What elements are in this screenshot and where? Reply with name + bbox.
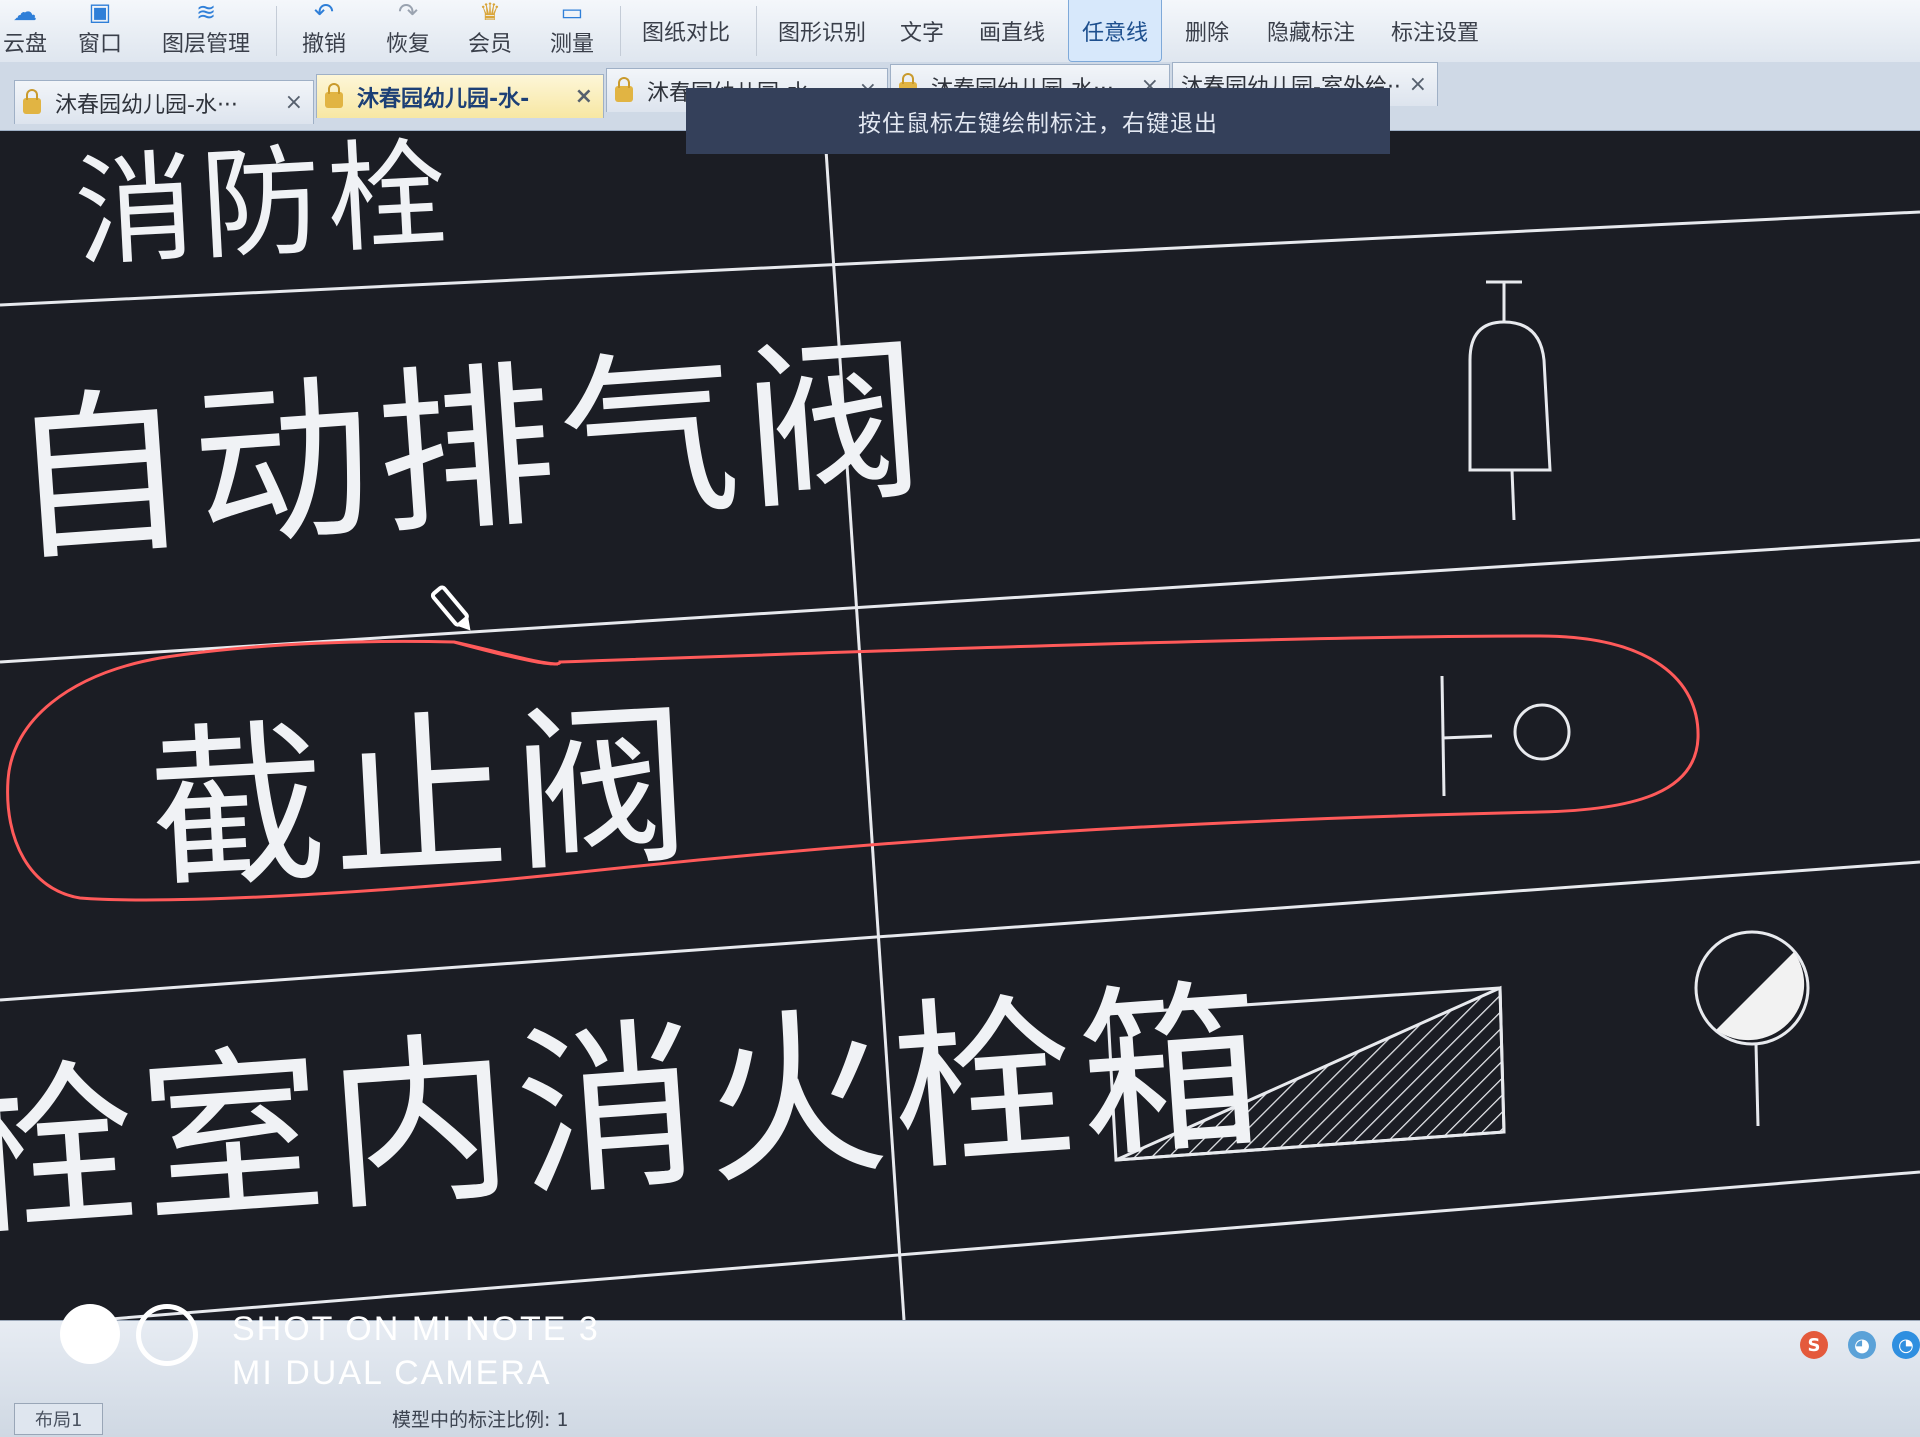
- redo-button[interactable]: ↷ 恢复: [380, 0, 436, 62]
- layer-manager-button[interactable]: ≋ 图层管理: [156, 0, 256, 62]
- cloud-icon: ☁: [13, 0, 37, 26]
- vip-label: 会员: [467, 32, 512, 57]
- measure-label: 测量: [549, 32, 594, 57]
- text-label: 文字: [899, 21, 944, 46]
- window-label: 窗口: [77, 32, 122, 57]
- cloud-drive-label: 云盘: [2, 32, 47, 57]
- legend-row-name: 消防栓: [71, 125, 457, 284]
- watermark-line-2: MI DUAL CAMERA: [232, 1354, 552, 1392]
- legend-row-name: 截止阀: [144, 682, 701, 916]
- measure-button[interactable]: ▭ 测量: [544, 0, 600, 62]
- cloud-drive-button[interactable]: ☁ 云盘: [0, 0, 50, 62]
- annotation-settings-button[interactable]: 标注设置: [1380, 0, 1490, 62]
- close-icon[interactable]: ×: [1409, 72, 1427, 97]
- watermark-ring-icon: [136, 1304, 198, 1366]
- lock-icon: [615, 76, 633, 102]
- air-vent-symbol: [1468, 280, 1552, 521]
- layer-manager-label: 图层管理: [161, 32, 250, 57]
- undo-icon: ↶: [313, 0, 335, 26]
- toolbar: ☁ 云盘 ▣ 窗口 ≋ 图层管理 ↶ 撤销 ↷ 恢复 ♛ 会员 ▭ 测量 图纸对…: [0, 0, 1920, 63]
- window-icon: ▣: [88, 0, 112, 26]
- undo-label: 撤销: [301, 32, 346, 57]
- toolbar-divider: [276, 6, 277, 56]
- tray-app-icon[interactable]: ◕: [1848, 1331, 1876, 1359]
- redo-icon: ↷: [397, 0, 419, 26]
- layers-icon: ≋: [195, 0, 217, 26]
- freehand-line-label: 任意线: [1081, 20, 1148, 46]
- drawing-compare-label: 图纸对比: [641, 21, 730, 46]
- window-button[interactable]: ▣ 窗口: [70, 0, 130, 62]
- delete-label: 删除: [1184, 21, 1229, 46]
- draw-line-label: 画直线: [978, 21, 1045, 46]
- shape-recognition-button[interactable]: 图形识别: [772, 0, 872, 62]
- ruler-icon: ▭: [560, 0, 584, 26]
- draw-line-button[interactable]: 画直线: [972, 0, 1052, 62]
- toolbar-divider: [620, 6, 621, 56]
- redo-label: 恢复: [385, 32, 430, 57]
- drawing-canvas[interactable]: 消防栓 自动排气阀 截止阀 栓室内消火栓箱: [0, 130, 1920, 1320]
- lock-icon: [23, 88, 41, 114]
- drawing-compare-button[interactable]: 图纸对比: [636, 0, 736, 62]
- globe-valve-symbol: [1440, 675, 1571, 797]
- undo-button[interactable]: ↶ 撤销: [296, 0, 352, 62]
- wall-hydrant-symbol: [1694, 930, 1810, 1127]
- hint-banner: 按住鼠标左键绘制标注，右键退出: [686, 88, 1390, 154]
- watermark-line-1: SHOT ON MI NOTE 3: [232, 1310, 600, 1348]
- toolbar-divider: [756, 6, 757, 56]
- vip-button[interactable]: ♛ 会员: [462, 0, 518, 62]
- watermark-dot-icon: [60, 1304, 120, 1364]
- layout-tab[interactable]: 布局1: [14, 1403, 104, 1435]
- pen-cursor-icon: [430, 585, 471, 631]
- sogou-ime-icon[interactable]: S: [1800, 1331, 1828, 1359]
- hide-annotation-button[interactable]: 隐藏标注: [1256, 0, 1366, 62]
- hide-annotation-label: 隐藏标注: [1266, 21, 1355, 46]
- delete-button[interactable]: 删除: [1176, 0, 1238, 62]
- annotation-scale-label: 模型中的标注比例: 1: [392, 1409, 569, 1431]
- vip-icon: ♛: [479, 0, 501, 26]
- close-icon[interactable]: ×: [575, 84, 593, 109]
- shape-recognition-label: 图形识别: [777, 21, 866, 46]
- freehand-line-button[interactable]: 任意线: [1068, 0, 1162, 62]
- text-button[interactable]: 文字: [892, 0, 952, 62]
- annotation-settings-label: 标注设置: [1390, 21, 1479, 46]
- tray-network-icon[interactable]: ◔: [1892, 1331, 1920, 1359]
